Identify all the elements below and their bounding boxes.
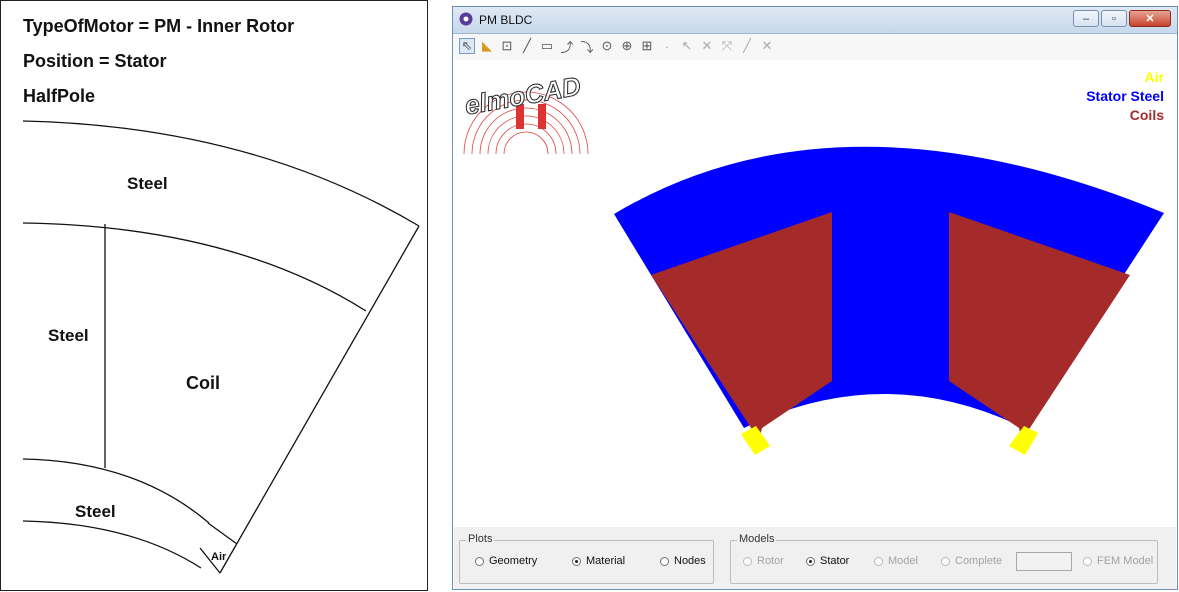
air-region-right — [1009, 426, 1038, 455]
models-group-title: Models — [737, 533, 777, 545]
pointer-icon[interactable]: ⇖ — [459, 38, 475, 54]
legend-stator-steel: Stator Steel — [1086, 88, 1164, 104]
arc2-icon[interactable]: ⤵ — [579, 38, 595, 55]
model-stator-radio[interactable]: Stator — [806, 555, 849, 567]
delete-icon[interactable]: ✕ — [759, 38, 775, 54]
yoke-arc — [22, 222, 367, 312]
air-line — [207, 522, 238, 545]
window-title: PM BLDC — [479, 13, 533, 27]
legend-air: Air — [1144, 69, 1164, 85]
plot-nodes-radio[interactable]: Nodes — [660, 555, 706, 567]
material-plot — [614, 146, 1164, 455]
steel-top-label: Steel — [127, 174, 168, 193]
zoom-in-icon[interactable]: ⊕ — [619, 38, 635, 54]
coil-label: Coil — [186, 373, 220, 393]
model-fem-radio[interactable]: FEM Model — [1083, 555, 1153, 567]
model-complete-radio[interactable]: Complete — [941, 555, 1002, 567]
line-icon[interactable]: ╱ — [519, 38, 535, 54]
plot-geometry-radio[interactable]: Geometry — [475, 555, 537, 567]
inner-arc-1 — [22, 458, 210, 524]
model-value-field[interactable] — [1016, 552, 1072, 571]
plots-group-title: Plots — [466, 533, 495, 545]
air-label: Air — [211, 551, 227, 563]
steel-left-label: Steel — [48, 326, 89, 345]
plot-material-radio[interactable]: Material — [572, 555, 625, 567]
delete-node-icon[interactable]: ✕ — [699, 38, 715, 54]
maximize-button[interactable]: ▫ — [1101, 10, 1127, 27]
point-icon[interactable]: · — [659, 38, 675, 54]
halfpole-drawing: Steel Steel Coil Steel Air — [22, 120, 420, 574]
material-legend: Air Stator Steel Coils — [1086, 68, 1164, 125]
model-model-radio[interactable]: Model — [874, 555, 918, 567]
zoom-fit-icon[interactable]: ⊞ — [639, 38, 655, 54]
ruler-icon[interactable]: ◣ — [479, 38, 495, 54]
arc-icon[interactable]: ⤴ — [559, 38, 575, 55]
model-rotor-radio[interactable]: Rotor — [743, 555, 784, 567]
segment-icon[interactable]: ╱ — [739, 38, 755, 54]
drawing-toolbar: ⇖ ◣ ⊡ ╱ ▭ ⤴ ⤵ ⊙ ⊕ ⊞ · ↖ ✕ ⤧ ╱ ✕ — [453, 34, 1177, 60]
title-bar[interactable]: PM BLDC – ▫ ✕ — [453, 7, 1177, 34]
rectangle-icon[interactable]: ▭ — [539, 38, 555, 54]
app-icon — [459, 12, 473, 26]
halfpole-panel: TypeOfMotor = PM - Inner Rotor Position … — [0, 0, 428, 591]
pm-bldc-window: PM BLDC – ▫ ✕ ⇖ ◣ ⊡ ╱ ▭ ⤴ ⤵ ⊙ ⊕ ⊞ · ↖ ✕ … — [452, 6, 1178, 590]
circle-icon[interactable]: ⊙ — [599, 38, 615, 54]
steel-bottom-label: Steel — [75, 502, 116, 521]
boundary-line — [219, 225, 420, 574]
move-node-icon[interactable]: ⤧ — [719, 38, 735, 54]
zoom-window-icon[interactable]: ⊡ — [499, 38, 515, 54]
select-node-icon[interactable]: ↖ — [679, 38, 695, 54]
models-group: Models Rotor Stator Model Complete FEM M… — [730, 533, 1158, 584]
legend-coils: Coils — [1129, 107, 1164, 123]
close-button[interactable]: ✕ — [1129, 10, 1171, 27]
minimize-button[interactable]: – — [1073, 10, 1099, 27]
air-region-left — [741, 426, 770, 455]
inner-arc-2 — [22, 520, 202, 569]
plots-group: Plots Geometry Material Nodes — [459, 533, 714, 584]
options-panel: Plots Geometry Material Nodes Models Rot… — [454, 527, 1176, 589]
drawing-canvas[interactable]: elmoCAD Air Stator Steel Coils — [454, 60, 1176, 527]
outer-arc — [22, 120, 420, 227]
